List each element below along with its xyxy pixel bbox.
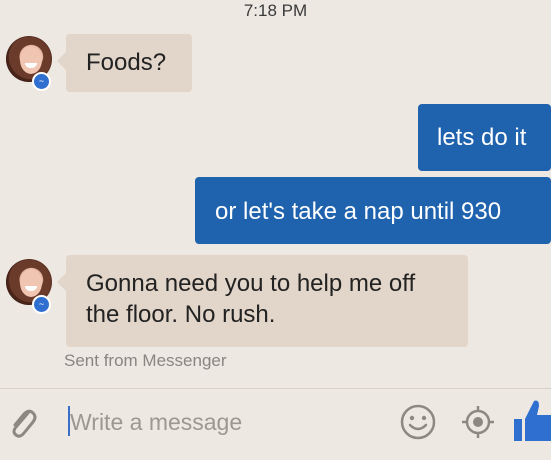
message-text: Foods?	[86, 49, 167, 76]
message-text: lets do it	[437, 124, 527, 151]
message-text-line: the floor. No rush.	[86, 301, 276, 328]
message-bubble-incoming: Gonna need you to help me off the floor.…	[57, 255, 468, 347]
location-icon[interactable]	[459, 403, 497, 441]
message-text-line: Gonna need you to help me off	[86, 270, 416, 297]
message-text: or let's take a nap until 930	[215, 198, 502, 225]
thumbs-up-icon[interactable]	[512, 397, 551, 445]
message-bubble-incoming: Foods?	[57, 34, 192, 92]
message-input[interactable]: Write a message	[70, 409, 242, 436]
paperclip-icon[interactable]	[6, 405, 38, 439]
message-bubble-outgoing: lets do it	[418, 104, 551, 171]
messenger-badge-icon: ~	[32, 295, 51, 314]
sent-from-label: Sent from Messenger	[64, 351, 227, 370]
status-time: 7:18 PM	[243, 1, 308, 20]
message-bubble-outgoing: or let's take a nap until 930	[195, 177, 551, 244]
messenger-badge-icon: ~	[32, 72, 51, 91]
message-composer: Write a message	[0, 388, 551, 460]
smiley-icon[interactable]	[399, 403, 437, 441]
